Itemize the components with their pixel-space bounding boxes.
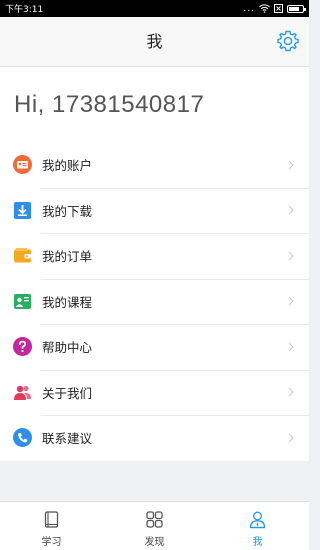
tab-discover[interactable]: 发现 [103,502,206,550]
menu-label: 联系建议 [42,431,93,447]
menu-label: 关于我们 [42,385,93,401]
account-card-icon [13,155,32,175]
tab-label: 学习 [41,537,62,548]
tab-label: 我 [252,537,263,548]
user-greeting: Hi, 17381540817 [14,91,205,118]
menu-item-account[interactable]: 我的账户 [0,142,309,188]
tab-label: 发现 [144,537,165,548]
menu-label: 我的订单 [42,249,93,265]
grid-icon [146,511,163,528]
status-icons: ... [243,3,306,14]
chevron-right-icon [288,342,294,352]
help-icon [13,337,32,357]
sim-icon [274,4,283,13]
chevron-right-icon [288,205,294,215]
menu-item-courses[interactable]: 我的课程 [0,278,309,325]
chevron-right-icon [288,433,294,443]
menu-label: 帮助中心 [42,340,93,356]
download-icon [13,201,32,220]
greeting-area: Hi, 17381540817 [0,67,309,142]
menu-item-help[interactable]: 帮助中心 [0,324,309,370]
tab-me[interactable]: 我 [206,502,309,550]
menu-label: 我的账户 [42,158,93,174]
chevron-right-icon [288,296,294,306]
bottom-tab-bar: 学习 发现 我 [0,501,309,550]
menu-item-orders[interactable]: 我的订单 [0,233,309,279]
empty-background [0,461,309,501]
tab-study[interactable]: 学习 [0,502,103,550]
book-icon [44,511,59,528]
status-time: 下午3:11 [5,5,44,15]
settings-gear-icon[interactable] [276,29,300,53]
status-bar: 下午3:11 ... [0,0,309,17]
menu-item-about[interactable]: 关于我们 [0,369,309,416]
phone-icon [13,428,32,448]
status-dots: ... [243,3,255,14]
page-title: 我 [146,32,163,51]
menu-label: 我的课程 [42,294,93,310]
people-icon [13,383,32,402]
chevron-right-icon [288,160,294,170]
wifi-icon [259,4,270,13]
wallet-icon [13,246,32,265]
app-header: 我 [0,17,309,67]
menu-item-downloads[interactable]: 我的下载 [0,187,309,234]
menu-label: 我的下载 [42,203,93,219]
battery-icon [287,4,306,13]
course-icon [13,292,32,311]
chevron-right-icon [288,387,294,397]
battery-fill [289,6,300,11]
menu-item-contact[interactable]: 联系建议 [0,415,309,461]
chevron-right-icon [288,251,294,261]
menu-list: 我的账户 我的下载 我的订单 我的课程 帮助中心 关于我们 联系建议 [0,142,309,461]
person-icon [249,511,266,529]
